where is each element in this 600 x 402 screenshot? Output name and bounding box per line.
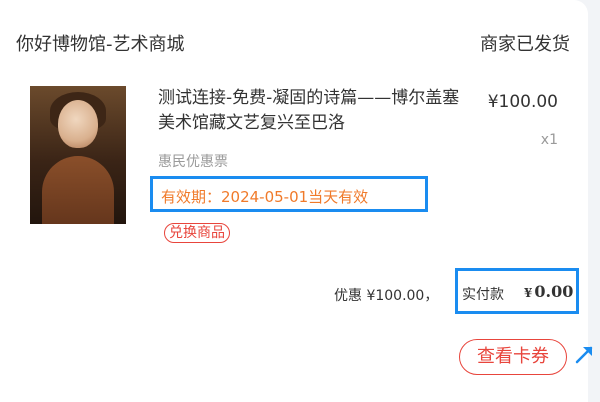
store-name[interactable]: 你好博物馆-艺术商城	[16, 34, 185, 56]
order-status: 商家已发货	[480, 34, 570, 55]
discount-summary: 优惠 ¥100.00，	[334, 288, 439, 304]
paid-value: 0.00	[534, 282, 574, 301]
product-price: ¥100.00	[487, 92, 558, 112]
product-title[interactable]: 测试连接-免费-凝固的诗篇——博尔盖塞美术馆藏文艺复兴至巴洛	[158, 86, 474, 136]
product-quantity: x1	[540, 132, 558, 148]
pointer-arrow-icon	[575, 346, 593, 364]
paid-label: 实付款	[462, 287, 504, 303]
validity-highlight: 有效期：2024-05-01当天有效	[150, 176, 428, 212]
paid-currency: ¥	[524, 286, 533, 300]
paid-amount: ¥0.00	[524, 282, 573, 301]
order-card: 你好博物馆-艺术商城 商家已发货 测试连接-免费-凝固的诗篇——博尔盖塞美术馆藏…	[0, 0, 588, 402]
exchange-tag: 兑换商品	[164, 223, 230, 243]
view-coupon-button[interactable]: 查看卡券	[459, 339, 567, 375]
validity-text: 有效期：2024-05-01当天有效	[161, 188, 369, 206]
portrait-body	[42, 156, 114, 224]
product-image[interactable]	[30, 86, 126, 224]
paid-amount-highlight: 实付款 ¥0.00	[455, 268, 579, 314]
portrait-face	[58, 100, 98, 148]
coupon-type: 惠民优惠票	[158, 154, 228, 170]
